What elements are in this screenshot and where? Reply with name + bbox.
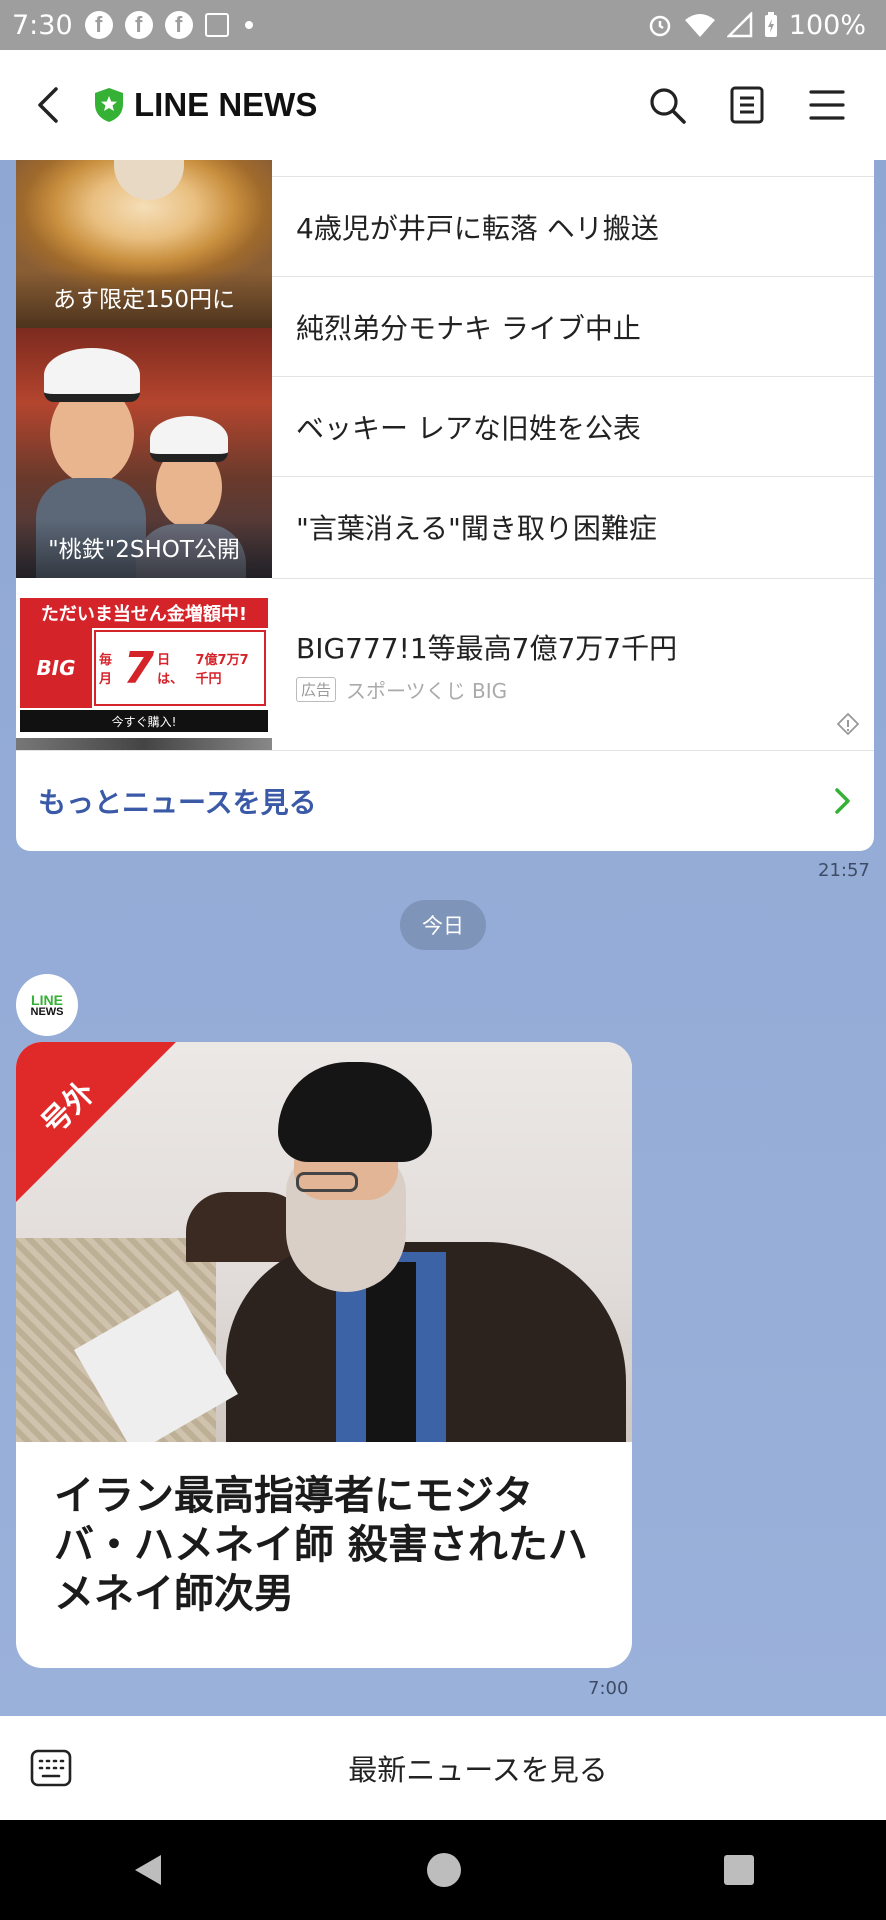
facebook-icon: f <box>84 11 113 39</box>
news-digest-card: あす限定150円に "桃鉄"2SHOT公開 ただいま当せん金増額中! BIG 毎… <box>16 160 874 851</box>
thumbnail-column: あす限定150円に "桃鉄"2SHOT公開 ただいま当せん金増額中! BIG 毎… <box>16 160 272 750</box>
battery-level: 100% <box>788 9 866 41</box>
ad-image-amount: 毎月 7 日は、 7億7万7千円 <box>94 630 266 706</box>
latest-news-button[interactable]: 最新ニュースを見る <box>0 1747 886 1789</box>
donut-thumbnail[interactable]: あす限定150円に <box>16 160 272 328</box>
shield-logo-icon <box>95 88 123 122</box>
news-item[interactable]: 純烈弟分モナキ ライブ中止 <box>272 276 874 376</box>
bottom-bar: 最新ニュースを見る <box>0 1716 886 1820</box>
signal-icon <box>726 12 753 38</box>
breaking-news-card[interactable]: 号外 イラン最高指導者にモジタバ・ハメネイ師 殺害されたハメネイ師次男 <box>16 1042 632 1668</box>
main-headline: イラン最高指導者にモジタバ・ハメネイ師 殺害されたハメネイ師次男 <box>54 1473 588 1617</box>
status-bar: 7:30 f f f 100% <box>0 0 886 50</box>
news-item[interactable]: ベッキー レアな旧姓を公表 <box>272 376 874 476</box>
news-item-title: "言葉消える"聞き取り困難症 <box>296 511 657 545</box>
ad-image-cta: 今すぐ購入! <box>20 710 268 732</box>
news-item-title: 純烈弟分モナキ ライブ中止 <box>296 311 641 345</box>
nav-home-icon[interactable] <box>426 1852 462 1888</box>
ad-image-logo: BIG <box>20 628 92 708</box>
avatar[interactable]: LINE NEWS <box>16 974 78 1036</box>
ad-title: BIG777!1等最高7億7万7千円 <box>296 632 678 665</box>
battery-icon <box>764 12 777 37</box>
news-item[interactable]: "言葉消える"聞き取り困難症 <box>272 476 874 576</box>
status-time: 7:30 <box>12 9 73 41</box>
message-timestamp: 7:00 <box>588 1678 629 1699</box>
nav-back-icon[interactable] <box>131 1853 165 1887</box>
facebook-icon: f <box>164 11 193 39</box>
search-button[interactable] <box>646 84 688 126</box>
back-icon <box>38 87 58 123</box>
thumbnail-caption: "桃鉄"2SHOT公開 <box>16 520 272 578</box>
news-icon <box>204 13 229 37</box>
ad-thumbnail[interactable]: ただいま当せん金増額中! BIG 毎月 7 日は、 7億7万7千円 今すぐ購入! <box>16 578 272 750</box>
brand: LINE NEWS <box>94 86 317 124</box>
news-photo: 号外 <box>16 1042 632 1442</box>
keyboard-icon[interactable] <box>30 1748 72 1788</box>
more-news-button[interactable]: もっとニュースを見る <box>16 750 874 851</box>
news-item-title: 4歳児が井戸に転落 ヘリ搬送 <box>296 211 659 245</box>
back-button[interactable] <box>36 75 86 135</box>
message-timestamp: 21:57 <box>818 860 870 881</box>
system-nav-bar <box>0 1820 886 1920</box>
ad-image-banner: ただいま当せん金増額中! <box>20 598 268 628</box>
chevron-right-icon <box>835 788 850 814</box>
article-list-button[interactable] <box>726 84 768 126</box>
alarm-icon <box>649 15 671 37</box>
momotetsu-thumbnail[interactable]: "桃鉄"2SHOT公開 <box>16 328 272 578</box>
menu-icon <box>809 90 845 120</box>
news-item[interactable]: 4歳児が井戸に転落 ヘリ搬送 <box>272 176 874 276</box>
thumbnail-caption: あす限定150円に <box>16 270 272 328</box>
ad-info-icon[interactable] <box>836 712 860 736</box>
ad-sponsor: スポーツくじ BIG <box>346 679 508 703</box>
more-notifications-dot <box>244 21 253 29</box>
search-icon <box>650 88 686 124</box>
ad-badge: 広告 <box>296 677 337 702</box>
wifi-icon <box>684 14 715 37</box>
page-title: LINE NEWS <box>134 86 318 123</box>
date-divider: 今日 <box>400 900 486 950</box>
document-icon <box>730 86 764 124</box>
more-news-label: もっとニュースを見る <box>38 786 317 819</box>
facebook-icon: f <box>124 11 153 39</box>
nav-recents-icon[interactable] <box>723 1854 755 1886</box>
menu-button[interactable] <box>806 84 848 126</box>
app-header: LINE NEWS <box>0 50 886 160</box>
ad-item[interactable]: BIG777!1等最高7億7万7千円 広告 スポーツくじ BIG <box>272 578 874 750</box>
chat-area[interactable]: あす限定150円に "桃鉄"2SHOT公開 ただいま当せん金増額中! BIG 毎… <box>0 160 886 1716</box>
news-item-title: ベッキー レアな旧姓を公表 <box>296 411 641 445</box>
